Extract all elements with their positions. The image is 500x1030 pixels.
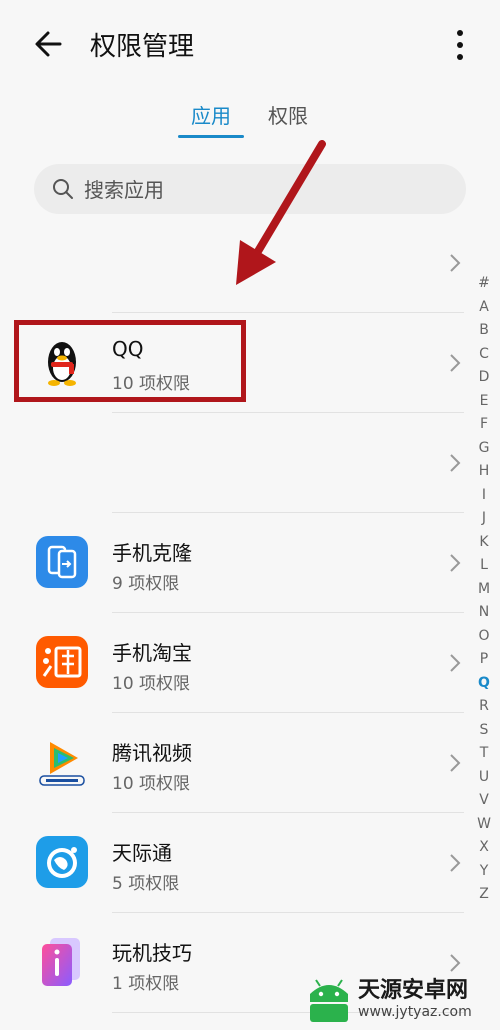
app-permission-count: 9 项权限 [112,574,180,594]
top-bar: 权限管理 [0,0,500,90]
index-letter[interactable]: N [472,601,496,625]
alphabet-index[interactable]: # A B C D E F G H I J K L M N O P Q R S T U V W X Y Z [472,272,496,907]
app-row-blank-2[interactable] [0,412,461,512]
tab-bar: 应用 权限 [0,100,500,140]
index-letter[interactable]: J [472,507,496,531]
index-letter[interactable]: W [472,813,496,837]
app-name: 手机克隆 [112,541,192,565]
tencent-video-icon [39,742,85,786]
chevron-right-icon [450,654,461,672]
app-permission-count: 1 项权限 [112,974,180,994]
android-logo-icon [310,979,348,1022]
app-permission-count: 5 项权限 [112,874,180,894]
taobao-icon [36,636,88,688]
index-letter[interactable]: Y [472,860,496,884]
app-permission-count: 10 项权限 [112,674,191,694]
index-letter[interactable]: V [472,789,496,813]
app-name: 腾讯视频 [112,741,192,765]
index-letter[interactable]: E [472,390,496,414]
index-letter[interactable]: S [472,719,496,743]
highlight-box [14,320,246,402]
index-letter[interactable]: P [472,648,496,672]
index-letter[interactable]: H [472,460,496,484]
chevron-right-icon [450,354,461,372]
index-letter[interactable]: I [472,484,496,508]
watermark: 天源安卓网 www.jytyaz.com [300,968,500,1030]
index-letter[interactable]: # [472,272,496,296]
index-letter[interactable]: L [472,554,496,578]
index-letter[interactable]: A [472,296,496,320]
index-letter[interactable]: Z [472,883,496,907]
page-title: 权限管理 [90,32,195,62]
app-name: 天际通 [112,841,172,865]
app-row-tencent-video[interactable]: 腾讯视频 10 项权限 [0,712,461,812]
chevron-right-icon [450,854,461,872]
index-letter[interactable]: B [472,319,496,343]
app-row-phone-clone[interactable]: 手机克隆 9 项权限 [0,512,461,612]
app-name: 玩机技巧 [112,941,192,965]
index-letter[interactable]: O [472,625,496,649]
index-letter[interactable]: X [472,836,496,860]
tab-apps[interactable]: 应用 [191,100,231,129]
search-icon [53,179,73,199]
app-permission-count: 10 项权限 [112,774,191,794]
index-letter[interactable]: U [472,766,496,790]
pointer-arrow-icon [236,140,326,285]
chevron-right-icon [450,554,461,572]
back-arrow-icon[interactable] [30,24,70,64]
active-tab-indicator [178,135,244,138]
tips-icon [42,938,80,986]
app-row-taobao[interactable]: 手机淘宝 10 项权限 [0,612,461,712]
index-letter[interactable]: R [472,695,496,719]
phone-clone-icon [36,536,88,588]
index-letter[interactable]: D [472,366,496,390]
watermark-url: www.jytyaz.com [358,1004,472,1020]
index-letter[interactable]: G [472,437,496,461]
app-row-tianjitong[interactable]: 天际通 5 项权限 [0,812,461,912]
index-letter[interactable]: F [472,413,496,437]
index-letter[interactable]: M [472,578,496,602]
chevron-right-icon [450,454,461,472]
tianjitong-icon [36,836,88,888]
app-name: 手机淘宝 [112,641,192,665]
chevron-right-icon [450,254,461,272]
chevron-right-icon [450,754,461,772]
watermark-title: 天源安卓网 [358,978,469,1003]
more-options-icon[interactable] [445,24,475,64]
index-letter[interactable]: K [472,531,496,555]
index-letter[interactable]: Q [472,672,496,696]
index-letter[interactable]: T [472,742,496,766]
index-letter[interactable]: C [472,343,496,367]
tab-permissions[interactable]: 权限 [268,100,308,129]
